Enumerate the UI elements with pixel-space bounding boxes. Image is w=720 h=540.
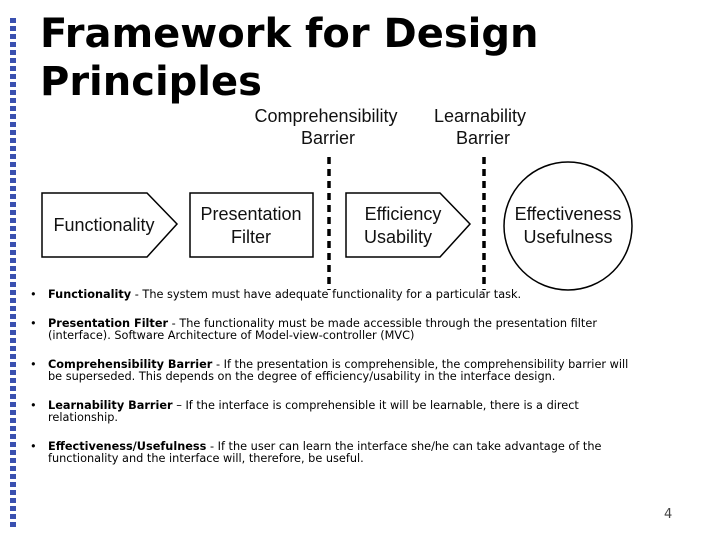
effectiveness-usefulness-node-line2: Usefulness [523,227,612,247]
slide-page-number: 4 [664,507,673,522]
bullet-list: • Functionality - The system must have a… [28,289,638,465]
bullet-dot-icon: • [30,399,37,412]
presentation-filter-node [189,192,314,258]
barrier-label-learnability-line1: Learnability [434,106,526,126]
barrier-label-learnability-line2: Barrier [456,128,510,148]
bullet-item-learnability-barrier: • Learnability Barrier – If the interfac… [28,400,638,424]
presentation-filter-node-line1: Presentation [200,204,301,224]
barrier-label-comprehensibility-line1: Comprehensibility [254,106,397,126]
bullet-dot-icon: • [30,288,37,301]
barrier-label-comprehensibility-line2: Barrier [301,128,355,148]
bullet-item-presentation-filter: • Presentation Filter - The functionalit… [28,318,638,342]
functionality-node-label: Functionality [53,215,154,235]
effectiveness-usefulness-node [503,161,633,291]
bullet-item-comprehensibility-barrier: • Comprehensibility Barrier - If the pre… [28,359,638,383]
bullet-dot-icon: • [30,317,37,330]
efficiency-usability-node-line1: Efficiency [365,204,442,224]
bullet-text: The system must have adequate functional… [142,288,522,301]
bullet-term: Functionality [48,288,132,301]
bullet-separator: – [172,399,186,412]
bullet-item-effectiveness-usefulness: • Effectiveness/Usefulness - If the user… [28,441,638,465]
bullet-item-functionality: • Functionality - The system must have a… [28,289,638,301]
design-principles-diagram: Comprehensibility Barrier Learnability B… [41,106,633,291]
bullet-dot-icon: • [30,440,37,453]
presentation-filter-node-line2: Filter [231,227,271,247]
bullet-dot-icon: • [30,358,37,371]
efficiency-usability-node-line2: Usability [364,227,432,247]
bullet-separator: - [131,288,143,301]
efficiency-usability-node [345,192,472,258]
effectiveness-usefulness-node-line1: Effectiveness [515,204,622,224]
